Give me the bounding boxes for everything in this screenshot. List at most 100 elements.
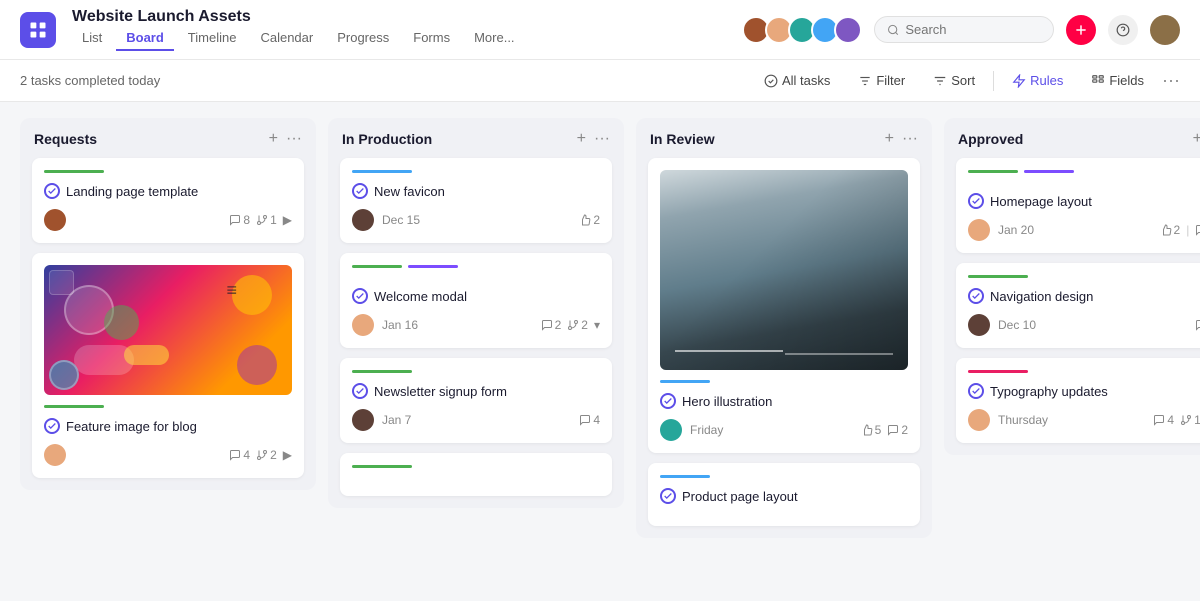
all-tasks-button[interactable]: All tasks [754, 68, 840, 93]
plus-icon [1074, 23, 1088, 37]
column-review-title: In Review [650, 131, 877, 147]
column-in-review: In Review + ··· Hero illustration [636, 118, 932, 538]
like-count: 2 [1160, 223, 1181, 237]
rules-button[interactable]: Rules [1002, 68, 1073, 93]
card-title-row: Typography updates [968, 383, 1200, 399]
card-bar [352, 170, 412, 173]
comment-count: 4 [1153, 413, 1174, 427]
sort-icon [933, 74, 947, 88]
spacer: | [1186, 223, 1189, 237]
column-production-add[interactable]: + [577, 131, 586, 147]
check-icon [352, 183, 368, 199]
tab-timeline[interactable]: Timeline [178, 26, 247, 51]
card-bar [660, 380, 710, 383]
user-avatar[interactable] [1150, 15, 1180, 45]
branch-icon [256, 449, 268, 461]
comment-count: 2 [887, 423, 908, 437]
branch-count: 2 [567, 318, 588, 332]
comment-icon [541, 319, 553, 331]
toolbar-divider [993, 71, 994, 91]
column-requests-header: Requests + ··· [32, 130, 304, 148]
card-footer: Jan 7 4 [352, 409, 600, 431]
check-icon [660, 488, 676, 504]
card-bar-purple [408, 265, 458, 268]
card-image-mountain [660, 170, 908, 370]
card-title: Typography updates [990, 384, 1108, 399]
check-icon [352, 288, 368, 304]
check-icon [968, 383, 984, 399]
check-icon [44, 183, 60, 199]
card-title-row: Feature image for blog [44, 418, 292, 434]
card-title-row: Product page layout [660, 488, 908, 504]
search-box[interactable] [874, 16, 1054, 43]
like-count: 2 [579, 213, 600, 227]
comment-icon [1195, 224, 1200, 236]
branch-icon [1180, 414, 1192, 426]
add-button[interactable] [1066, 15, 1096, 45]
column-requests-more[interactable]: ··· [286, 130, 302, 148]
logo-icon [28, 20, 48, 40]
tab-more[interactable]: More... [464, 26, 524, 51]
card-newsletter-form: Newsletter signup form Jan 7 4 [340, 358, 612, 443]
search-input[interactable] [905, 22, 1041, 37]
card-meta: 4 1 ▶ [1153, 413, 1200, 427]
column-requests: Requests + ··· Landing page template 8 [20, 118, 316, 490]
column-approved-add[interactable]: + [1193, 131, 1200, 147]
sort-button[interactable]: Sort [923, 68, 985, 93]
card-date: Dec 15 [382, 213, 420, 227]
column-requests-add[interactable]: + [269, 131, 278, 147]
card-meta: 4 [579, 413, 600, 427]
card-title: Homepage layout [990, 194, 1092, 209]
card-footer: Friday 5 2 [660, 419, 908, 441]
card-avatar [44, 444, 66, 466]
column-review-add[interactable]: + [885, 131, 894, 147]
card-date: Jan 20 [998, 223, 1034, 237]
column-review-more[interactable]: ··· [902, 130, 918, 148]
app-title: Website Launch Assets [72, 8, 525, 26]
card-bar [44, 405, 104, 408]
dropdown-icon[interactable]: ▾ [594, 318, 600, 332]
column-approved-header: Approved + ··· [956, 130, 1200, 148]
card-avatar [660, 419, 682, 441]
card-footer: Dec 15 2 [352, 209, 600, 231]
comment-count: 2 [541, 318, 562, 332]
tab-progress[interactable]: Progress [327, 26, 399, 51]
tab-forms[interactable]: Forms [403, 26, 460, 51]
card-title-row: Homepage layout [968, 193, 1200, 209]
card-meta: 3 [1195, 318, 1200, 332]
card-title: Product page layout [682, 489, 798, 504]
card-date: Jan 7 [382, 413, 411, 427]
avatar-5[interactable] [834, 16, 862, 44]
check-icon [44, 418, 60, 434]
arrow-icon: ▶ [283, 448, 292, 462]
header-right [742, 15, 1180, 45]
card-title: Landing page template [66, 184, 198, 199]
fields-button[interactable]: Fields [1081, 68, 1154, 93]
tab-board[interactable]: Board [116, 26, 174, 51]
arrow-icon: ▶ [283, 213, 292, 227]
card-navigation-design: Navigation design Dec 10 3 [956, 263, 1200, 348]
card-date: Thursday [998, 413, 1048, 427]
column-in-production: In Production + ··· New favicon Dec 15 2 [328, 118, 624, 508]
filter-button[interactable]: Filter [848, 68, 915, 93]
rules-label: Rules [1030, 73, 1063, 88]
toolbar: 2 tasks completed today All tasks Filter… [0, 60, 1200, 102]
comment-count: 4 [579, 413, 600, 427]
fields-icon [1091, 74, 1105, 88]
fields-label: Fields [1109, 73, 1144, 88]
card-footer: 8 1 ▶ [44, 209, 292, 231]
tab-calendar[interactable]: Calendar [250, 26, 323, 51]
help-button[interactable] [1108, 15, 1138, 45]
more-options-button[interactable]: ··· [1162, 70, 1180, 91]
card-new-favicon: New favicon Dec 15 2 [340, 158, 612, 243]
tab-list[interactable]: List [72, 26, 112, 51]
column-production-more[interactable]: ··· [594, 130, 610, 148]
comment-icon [229, 449, 241, 461]
filter-icon [858, 74, 872, 88]
card-avatar [352, 209, 374, 231]
card-avatar [968, 219, 990, 241]
card-bar-purple [1024, 170, 1074, 173]
card-feature-image: ≡ Feature image for blog 4 [32, 253, 304, 478]
like-icon [579, 214, 591, 226]
card-bar [352, 465, 412, 468]
